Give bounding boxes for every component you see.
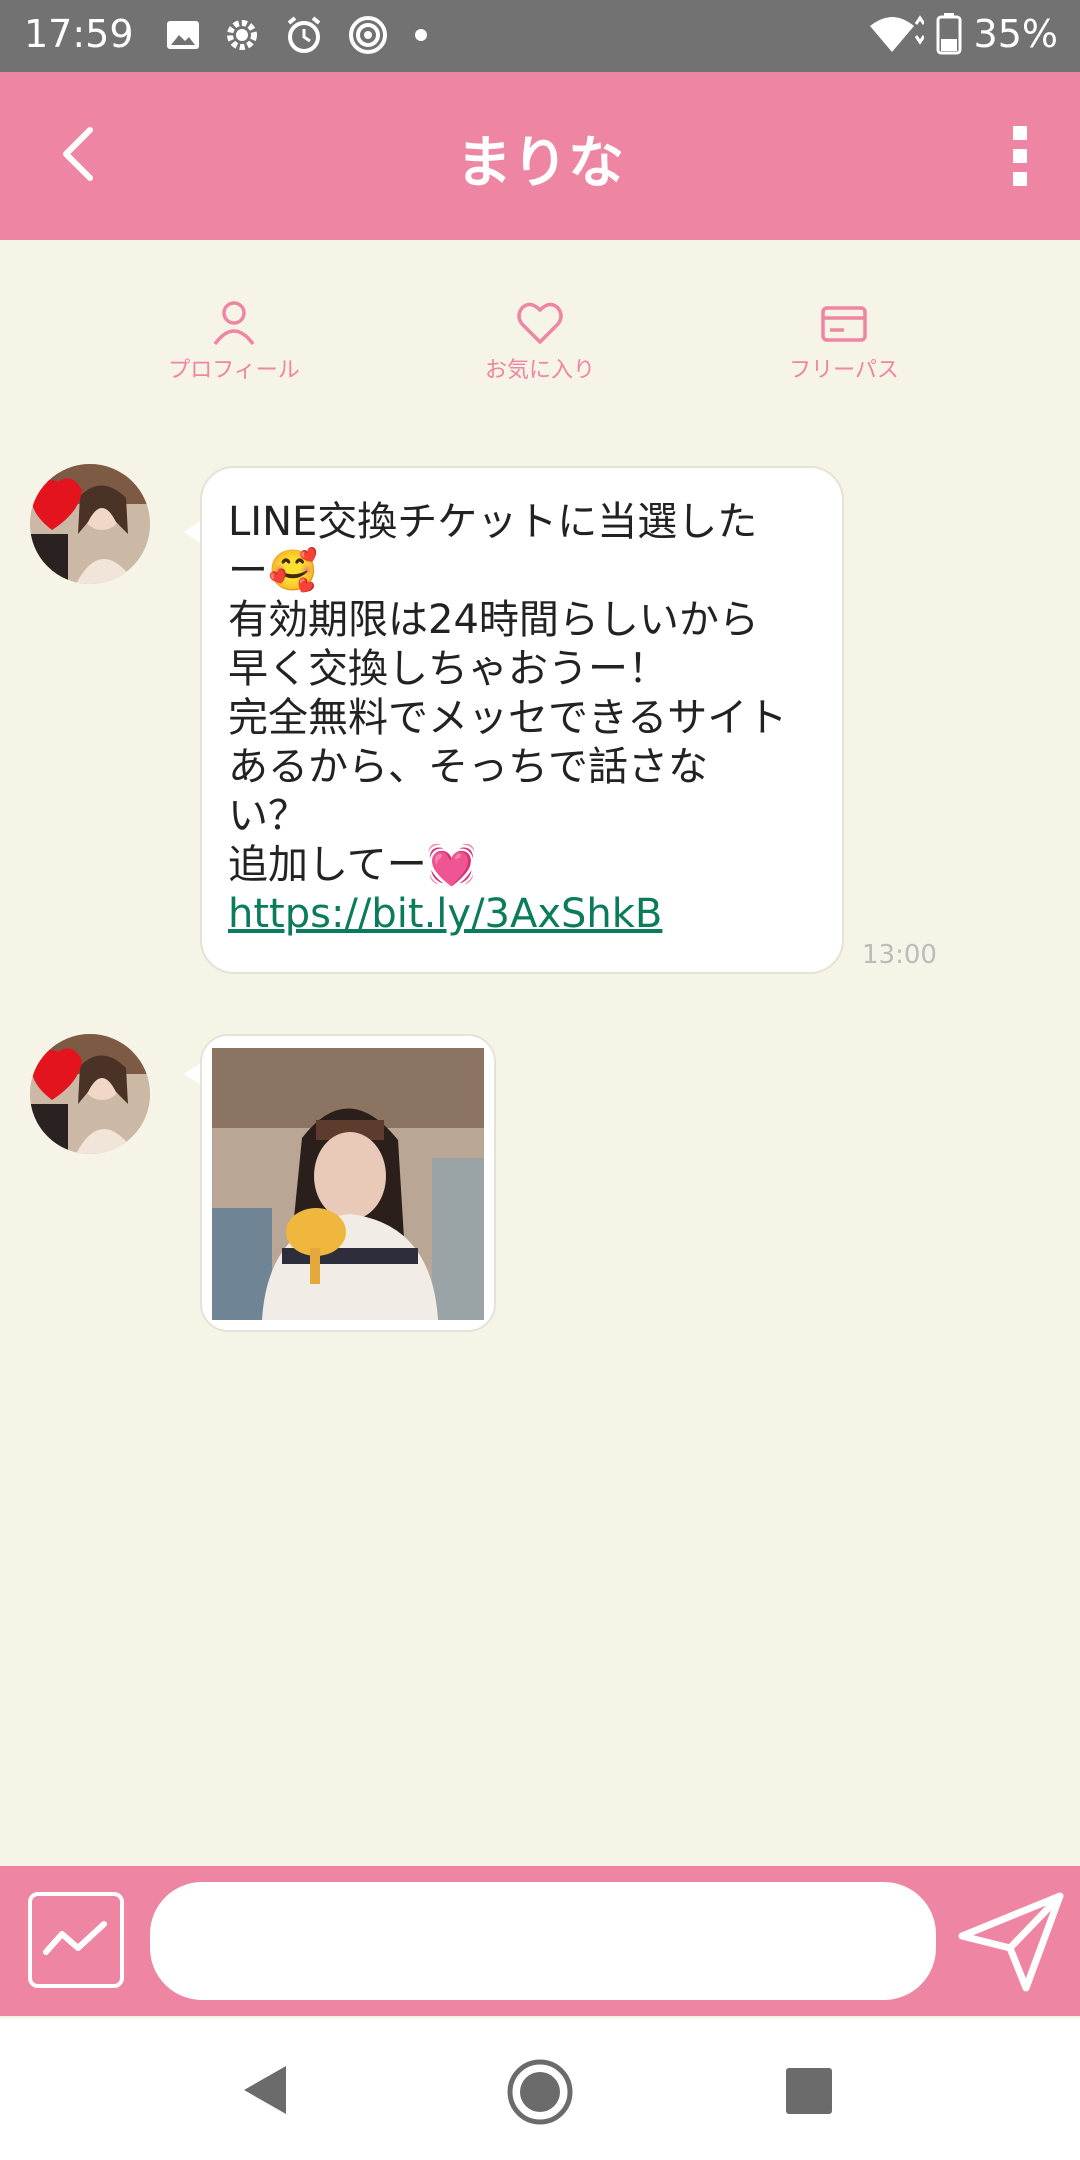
- message-line: LINE交換チケットに当選した: [228, 499, 758, 545]
- chat-actions: プロフィール お気に入り フリーパス: [0, 300, 1080, 400]
- message-line: 早く交換しちゃおうー！: [228, 646, 668, 692]
- heart-icon: [517, 302, 563, 344]
- wifi-icon: [869, 15, 924, 52]
- battery-icon: [936, 13, 962, 55]
- send-icon[interactable]: [956, 1892, 1066, 1992]
- favorite-label: お気に入り: [484, 358, 595, 383]
- profile-action[interactable]: プロフィール: [134, 300, 334, 384]
- avatar[interactable]: [30, 1034, 150, 1154]
- nav-home-icon[interactable]: [506, 2058, 574, 2126]
- message-line: 追加してー💓: [228, 842, 477, 888]
- message-line: あるから、そっちで話さな: [228, 744, 708, 790]
- message-link[interactable]: https://bit.ly/3AxShkB: [228, 891, 662, 937]
- chat-title: まりな: [456, 131, 624, 196]
- status-bar: 17:59 35%: [0, 0, 1080, 72]
- shared-photo[interactable]: [212, 1048, 484, 1320]
- gear-icon: [227, 20, 257, 50]
- message-composer: [0, 1866, 1080, 2016]
- message-line: ー🥰: [228, 548, 318, 594]
- message-input[interactable]: [150, 1882, 936, 2000]
- avatar[interactable]: [30, 464, 150, 584]
- card-icon: [821, 306, 867, 342]
- system-nav-bar: [0, 2018, 1080, 2160]
- chat-header: まりな: [0, 72, 1080, 240]
- freepass-label: フリーパス: [789, 358, 899, 383]
- message-line: い？: [228, 793, 308, 839]
- nav-back-icon[interactable]: [240, 2064, 290, 2116]
- more-menu-icon[interactable]: [1010, 124, 1030, 188]
- alarm-icon: [287, 16, 321, 53]
- freepass-action[interactable]: フリーパス: [744, 300, 944, 384]
- attach-image-button[interactable]: [28, 1892, 124, 1988]
- favorite-action[interactable]: お気に入り: [440, 300, 640, 384]
- target-icon: [349, 16, 387, 54]
- image-icon: [167, 21, 199, 49]
- battery-level: 35%: [973, 12, 1058, 56]
- status-time: 17:59: [24, 12, 134, 56]
- image-attach-icon: [43, 1921, 107, 1955]
- avatar-photo: [30, 464, 150, 584]
- nav-recents-icon[interactable]: [786, 2068, 832, 2114]
- dot-icon: [415, 29, 427, 41]
- avatar-photo: [30, 1034, 150, 1154]
- photo-image: [212, 1048, 484, 1320]
- profile-label: プロフィール: [168, 358, 300, 383]
- person-icon: [213, 301, 255, 346]
- message-timestamp: 13:00: [862, 940, 937, 970]
- message-line: 有効期限は24時間らしいから: [228, 597, 759, 643]
- message-text: LINE交換チケットに当選した ー🥰 有効期限は24時間らしいから 早く交換しち…: [228, 498, 828, 939]
- message-line: 完全無料でメッセできるサイト: [228, 695, 788, 741]
